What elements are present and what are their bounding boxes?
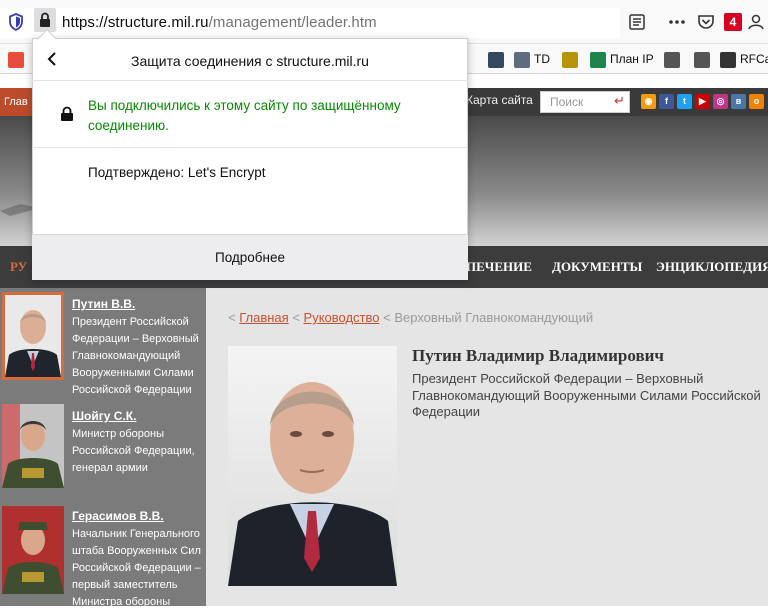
bookmark-label: RFCa xyxy=(740,52,768,66)
leader-name[interactable]: Герасимов В.В. xyxy=(72,509,164,523)
nav-item-support[interactable]: ПЕЧЕНИЕ xyxy=(466,259,532,275)
nav-item-documents[interactable]: ДОКУМЕНТЫ xyxy=(552,259,642,275)
bookmark-item[interactable] xyxy=(488,49,508,69)
more-actions-icon[interactable] xyxy=(667,12,687,32)
verified-by-text: Подтверждено: Let's Encrypt xyxy=(88,165,266,180)
url-host: https://structure.mil.ru xyxy=(62,14,209,31)
sitemap-link[interactable]: Карта сайта xyxy=(466,93,533,107)
more-info-button[interactable]: Подробнее xyxy=(32,234,468,280)
breadcrumb-current: Верховный Главнокомандующий xyxy=(394,310,594,325)
twitter-icon[interactable]: t xyxy=(677,94,692,109)
leader-name[interactable]: Шойгу С.К. xyxy=(72,409,136,423)
youtube-icon[interactable]: ▶ xyxy=(695,94,710,109)
globe-icon xyxy=(720,51,736,68)
leader-photo-gerasimov[interactable] xyxy=(2,506,64,594)
rss-icon[interactable]: ◉ xyxy=(641,94,656,109)
popup-divider xyxy=(32,147,468,148)
url-text[interactable]: https://structure.mil.ru/management/lead… xyxy=(62,14,377,31)
reader-view-icon[interactable] xyxy=(627,12,647,32)
plus-icon xyxy=(590,51,606,68)
breadcrumb-section[interactable]: Руководство xyxy=(304,310,380,325)
r-logo-icon xyxy=(488,51,504,68)
url-path: /management/leader.htm xyxy=(208,14,377,31)
person-title: Президент Российской Федерации – Верховн… xyxy=(412,371,761,419)
pocket-icon[interactable] xyxy=(696,12,716,32)
lock-icon xyxy=(61,106,73,121)
td-icon xyxy=(514,51,530,68)
bookmark-label: TD xyxy=(534,52,550,66)
ok-icon[interactable]: o xyxy=(749,94,764,109)
leader-photo-shoigu[interactable] xyxy=(2,404,64,488)
bookmark-item[interactable]: План IP xyxy=(590,49,654,69)
vk-icon[interactable]: в xyxy=(731,94,746,109)
site-identity-button[interactable] xyxy=(34,8,56,32)
nav-item-encyclopedia[interactable]: ЭНЦИКЛОПЕДИЯ xyxy=(656,259,768,275)
facebook-icon[interactable]: f xyxy=(659,94,674,109)
bookmark-item[interactable] xyxy=(562,49,582,69)
enter-icon[interactable]: ↵ xyxy=(614,93,625,109)
leader-name[interactable]: Путин В.В. xyxy=(72,297,135,311)
person-name: Путин Владимир Владимирович xyxy=(412,346,665,365)
popup-title: Защита соединения с structure.mil.ru xyxy=(131,53,369,69)
bookmark-item[interactable] xyxy=(8,49,28,69)
breadcrumb-home[interactable]: Главная xyxy=(239,310,288,325)
bookmark-item[interactable] xyxy=(664,49,684,69)
bookmark-item[interactable]: RFCa xyxy=(720,49,768,69)
popup-divider xyxy=(32,80,468,81)
nav-item-leadership[interactable]: РУ xyxy=(10,259,27,275)
wave-icon xyxy=(694,51,710,68)
bookmark-label: План IP xyxy=(610,52,654,66)
leader-description: Президент Российской Федерации – Верховн… xyxy=(72,316,199,396)
extension-badge[interactable]: 4 xyxy=(724,13,742,31)
yandex-icon xyxy=(8,51,24,68)
instagram-icon[interactable]: ◎ xyxy=(713,94,728,109)
leader-description: Министр обороны Российской Федерации, ге… xyxy=(72,428,195,474)
bookmark-item[interactable]: TD xyxy=(514,49,550,69)
leader-portrait xyxy=(228,346,397,586)
breadcrumb: < Главная < Руководство < Верховный Глав… xyxy=(228,310,594,325)
lock-icon xyxy=(40,12,50,27)
leader-description: Начальник Генерального штаба Вооруженных… xyxy=(72,528,201,608)
leader-photo-putin[interactable] xyxy=(2,292,64,380)
topnav-home-link[interactable]: Глав xyxy=(0,88,32,116)
wave-icon xyxy=(664,51,680,68)
bookmark-item[interactable] xyxy=(694,49,714,69)
tracking-shield-icon[interactable] xyxy=(6,12,26,32)
profile-icon[interactable] xyxy=(746,12,766,32)
secure-connection-message: Вы подключились к этому сайту по защищён… xyxy=(88,98,401,133)
back-chevron-icon[interactable] xyxy=(46,50,58,73)
emblem-icon xyxy=(562,51,578,68)
